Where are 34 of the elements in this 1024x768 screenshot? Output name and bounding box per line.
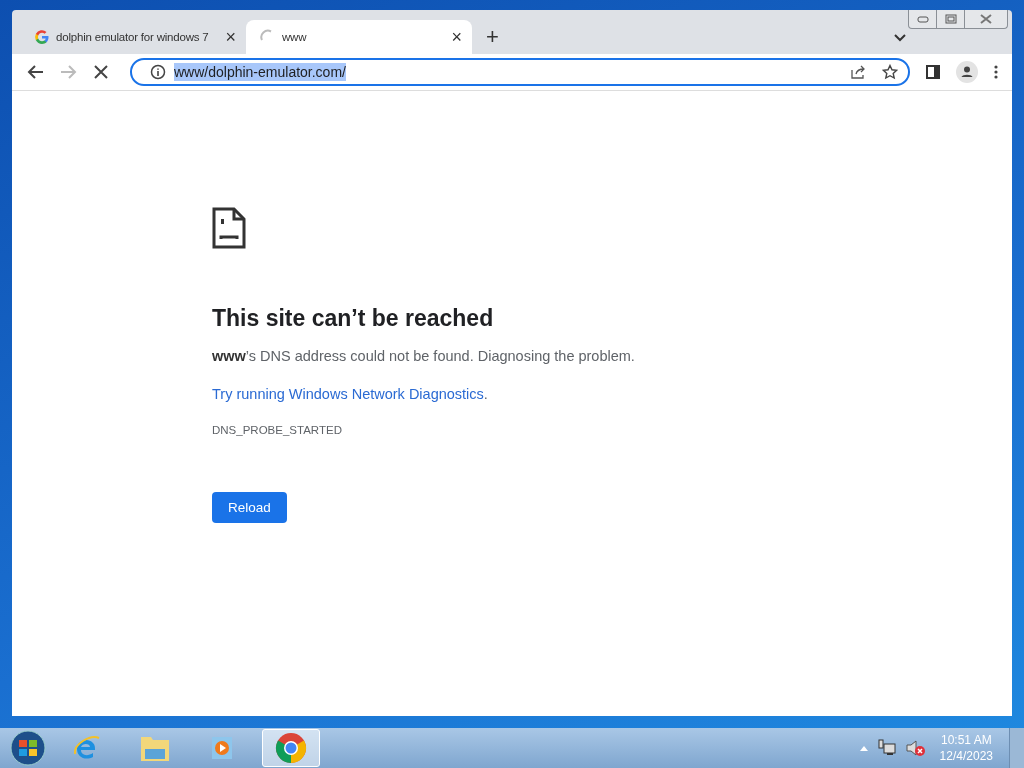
sad-page-icon bbox=[212, 207, 246, 249]
browser-tab[interactable]: www × bbox=[246, 20, 472, 54]
tab-close-button[interactable]: × bbox=[451, 28, 462, 46]
chrome-logo-icon bbox=[275, 732, 307, 764]
tab-close-button[interactable]: × bbox=[225, 28, 236, 46]
taskbar-app-button[interactable] bbox=[262, 729, 320, 767]
chevron-down-icon[interactable] bbox=[894, 34, 906, 42]
address-bar[interactable]: www/dolphin-emulator.com/ bbox=[130, 58, 910, 86]
info-icon[interactable] bbox=[150, 64, 166, 80]
diagnostics-suggestion: Try running Windows Network Diagnostics. bbox=[212, 386, 488, 402]
start-button[interactable] bbox=[8, 730, 48, 766]
close-icon bbox=[979, 14, 993, 24]
star-icon[interactable] bbox=[882, 64, 898, 80]
profile-avatar-icon[interactable] bbox=[956, 61, 978, 83]
stop-loading-icon[interactable] bbox=[94, 65, 108, 79]
error-heading: This site can’t be reached bbox=[212, 305, 494, 332]
share-icon[interactable] bbox=[850, 64, 866, 80]
tab-title: www bbox=[282, 31, 308, 43]
network-icon[interactable] bbox=[877, 739, 896, 757]
tab-title: dolphin emulator for windows 7 bbox=[56, 31, 210, 43]
url-text: www/dolphin-emulator.com/ bbox=[174, 63, 346, 81]
minimize-icon bbox=[916, 15, 929, 23]
error-message: www’s DNS address could not be found. Diagnosing the problem. bbox=[212, 348, 635, 364]
browser-tab[interactable]: dolphin emulator for windows 7 × bbox=[20, 20, 246, 54]
google-g-icon bbox=[34, 29, 50, 45]
side-panel-icon[interactable] bbox=[926, 65, 940, 79]
menu-icon[interactable] bbox=[994, 65, 998, 79]
maximize-icon bbox=[944, 14, 957, 24]
diagnostics-link[interactable]: Try running Windows Network Diagnostics bbox=[212, 386, 484, 402]
reload-button[interactable]: Reload bbox=[212, 492, 287, 523]
muted-speaker-icon[interactable] bbox=[905, 739, 926, 757]
error-code: DNS_PROBE_STARTED bbox=[212, 424, 342, 436]
back-arrow-icon[interactable] bbox=[26, 64, 44, 80]
new-tab-button[interactable]: + bbox=[482, 24, 503, 50]
